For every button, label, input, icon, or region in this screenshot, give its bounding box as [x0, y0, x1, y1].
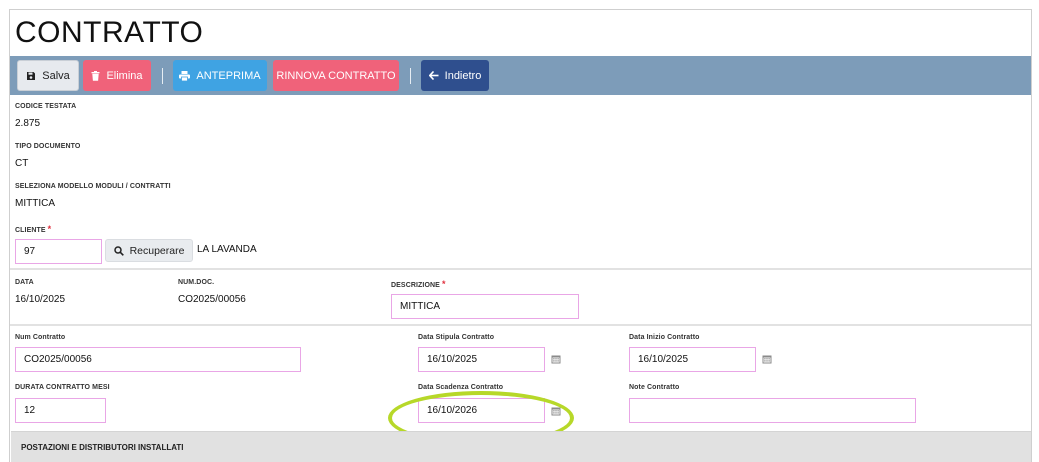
- durata-label: DURATA CONTRATTO MESI: [15, 384, 110, 391]
- data-inizio-label: Data Inizio Contratto: [629, 334, 700, 341]
- calendar-icon[interactable]: [551, 406, 561, 416]
- section-title: POSTAZIONI E DISTRIBUTORI INSTALLATI: [21, 443, 184, 452]
- descrizione-input[interactable]: MITTICA: [391, 294, 579, 319]
- contract-page: CONTRATTO Salva Elimina ANTEPRIMA RINNOV…: [9, 9, 1032, 462]
- data-inizio-input[interactable]: 16/10/2025: [629, 347, 756, 372]
- preview-button-label: ANTEPRIMA: [196, 69, 261, 82]
- arrow-left-icon: [428, 71, 439, 80]
- recupera-button[interactable]: Recuperare: [105, 239, 193, 262]
- modello-value: MITTICA: [15, 198, 55, 209]
- data-scadenza-label: Data Scadenza Contratto: [418, 384, 504, 391]
- preview-button[interactable]: ANTEPRIMA: [173, 60, 267, 91]
- renew-contract-button-label: RINNOVA CONTRATTO: [276, 69, 396, 82]
- page-title: CONTRATTO: [15, 16, 204, 49]
- calendar-icon[interactable]: [762, 354, 772, 364]
- back-button[interactable]: Indietro: [421, 60, 489, 91]
- floppy-icon: [27, 71, 36, 80]
- data-label: DATA: [15, 279, 34, 286]
- renew-contract-button[interactable]: RINNOVA CONTRATTO: [273, 60, 399, 91]
- descrizione-label: DESCRIZIONE *: [391, 279, 446, 289]
- data-stipula-label: Data Stipula Contratto: [418, 334, 495, 341]
- note-contratto-input[interactable]: [629, 398, 916, 423]
- trash-icon: [91, 70, 100, 81]
- required-marker: *: [47, 224, 52, 234]
- toolbar-separator: [162, 68, 163, 84]
- divider: [10, 324, 1031, 326]
- postazioni-section-header[interactable]: POSTAZIONI E DISTRIBUTORI INSTALLATI: [11, 431, 1031, 462]
- data-value: 16/10/2025: [15, 294, 66, 305]
- data-scadenza-input[interactable]: 16/10/2026: [418, 398, 545, 423]
- numdoc-value: CO2025/00056: [178, 294, 246, 305]
- codice-testata-label: CODICE TESTATA: [15, 103, 77, 110]
- modello-label: SELEZIONA MODELLO MODULI / CONTRATTI: [15, 183, 171, 190]
- delete-button[interactable]: Elimina: [83, 60, 151, 91]
- numdoc-label: NUM.DOC.: [178, 279, 215, 286]
- toolbar-separator: [410, 68, 411, 84]
- num-contratto-label: Num Contratto: [15, 334, 66, 341]
- cliente-label: CLIENTE *: [15, 224, 52, 234]
- num-contratto-input[interactable]: CO2025/00056: [15, 347, 301, 372]
- search-icon: [113, 245, 124, 256]
- printer-icon: [179, 70, 191, 81]
- note-contratto-label: Note Contratto: [629, 384, 680, 391]
- back-button-label: Indietro: [444, 69, 482, 82]
- divider: [10, 268, 1031, 270]
- data-stipula-input[interactable]: 16/10/2025: [418, 347, 545, 372]
- cliente-input[interactable]: 97: [15, 239, 102, 264]
- save-button[interactable]: Salva: [17, 60, 79, 91]
- delete-button-label: Elimina: [106, 69, 143, 82]
- required-marker: *: [441, 279, 446, 289]
- tipo-documento-label: TIPO DOCUMENTO: [15, 143, 81, 150]
- calendar-icon[interactable]: [551, 354, 561, 364]
- durata-input[interactable]: 12: [15, 398, 106, 423]
- recupera-button-label: Recuperare: [129, 244, 185, 257]
- cliente-name: LA LAVANDA: [197, 244, 257, 255]
- save-button-label: Salva: [42, 69, 70, 82]
- tipo-documento-value: CT: [15, 158, 29, 169]
- toolbar: Salva Elimina ANTEPRIMA RINNOVA CONTRATT…: [10, 56, 1031, 95]
- codice-testata-value: 2.875: [15, 118, 41, 129]
